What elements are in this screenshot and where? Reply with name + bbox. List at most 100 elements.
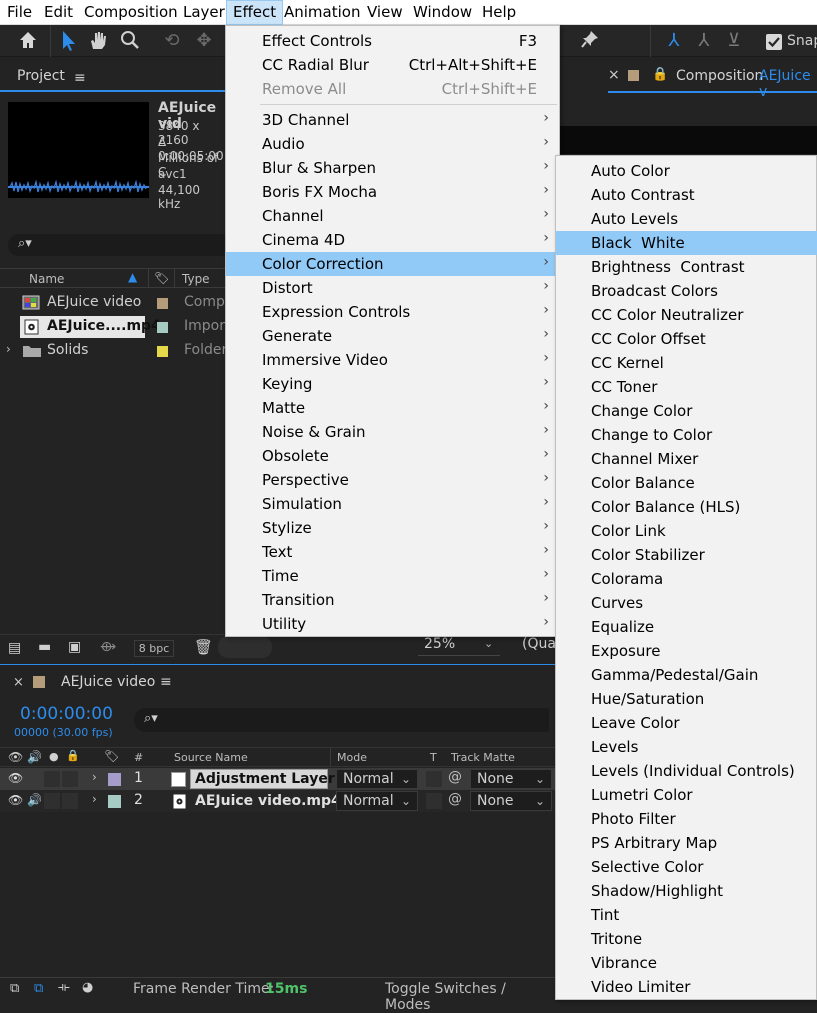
panel-menu-icon[interactable]: ≡ — [160, 674, 172, 690]
track-matte-dropdown[interactable]: None ⌄ — [470, 791, 552, 811]
submenu-item-effect[interactable]: Hue/Saturation — [556, 687, 817, 711]
menu-item-category[interactable]: Time › — [226, 564, 559, 588]
label-color-swatch[interactable] — [157, 322, 168, 333]
submenu-item-effect[interactable]: Gamma/Pedestal/Gain — [556, 663, 817, 687]
submenu-item-effect[interactable]: Auto Contrast — [556, 183, 817, 207]
menu-item-category[interactable]: Simulation › — [226, 492, 559, 516]
lock-icon[interactable]: 🔒 — [652, 67, 668, 82]
menu-item-category[interactable]: Generate › — [226, 324, 559, 348]
menu-animation[interactable]: Animation — [278, 0, 366, 25]
menu-item-effect-controls[interactable]: Effect Controls F3 — [226, 29, 559, 53]
menu-item-category[interactable]: Utility › — [226, 612, 559, 636]
in-out-icon[interactable]: ⟛ — [58, 980, 70, 995]
label-color-swatch[interactable] — [108, 795, 121, 808]
project-search-input[interactable]: ⌕▾ — [8, 234, 225, 256]
preserve-transparency-switch[interactable] — [426, 793, 442, 809]
snap-checkbox[interactable] — [766, 34, 782, 50]
submenu-item-effect[interactable]: Color Balance (HLS) — [556, 495, 817, 519]
flowchart-icon[interactable]: ⟴ — [100, 639, 116, 655]
submenu-item-effect[interactable]: Equalize — [556, 615, 817, 639]
video-visibility-icon[interactable]: 👁 — [8, 750, 23, 764]
composition-tab-name[interactable]: AEJuice v — [759, 68, 817, 100]
track-matte-pickwhip-icon[interactable]: @ — [448, 769, 462, 785]
submenu-item-effect[interactable]: Levels — [556, 735, 817, 759]
expand-chevron-icon[interactable]: › — [92, 792, 97, 806]
submenu-item-effect[interactable]: Change to Color — [556, 423, 817, 447]
submenu-item-effect[interactable]: Leave Color — [556, 711, 817, 735]
column-name[interactable]: Name — [29, 272, 64, 286]
menu-item-category[interactable]: Stylize › — [226, 516, 559, 540]
menu-file[interactable]: File — [1, 0, 38, 25]
menu-composition[interactable]: Composition — [78, 0, 184, 25]
submenu-item-effect[interactable]: Black White — [556, 231, 817, 255]
label-color-swatch[interactable] — [108, 773, 121, 786]
lock-switch[interactable] — [62, 793, 78, 809]
menu-item-category[interactable]: Obsolete › — [226, 444, 559, 468]
menu-item-category[interactable]: Keying › — [226, 372, 559, 396]
menu-item-category[interactable]: Transition › — [226, 588, 559, 612]
new-folder-icon[interactable]: ▬ — [38, 639, 51, 655]
submenu-item-effect[interactable]: CC Color Neutralizer — [556, 303, 817, 327]
project-scrollbar[interactable] — [218, 636, 272, 658]
submenu-item-effect[interactable]: Tint — [556, 903, 817, 927]
trash-icon[interactable]: 🗑 — [194, 638, 213, 656]
zoom-tool-icon[interactable] — [118, 29, 142, 53]
menu-item-category[interactable]: Audio › — [226, 132, 559, 156]
submenu-item-effect[interactable]: Exposure — [556, 639, 817, 663]
blend-mode-dropdown[interactable]: Normal ⌄ — [336, 769, 418, 789]
layer-row[interactable]: 👁 🔊 › 2 AEJuice video.mp4 Normal ⌄ @ Non… — [0, 790, 555, 812]
menu-item-category[interactable]: Text › — [226, 540, 559, 564]
menu-item-category[interactable]: Expression Controls › — [226, 300, 559, 324]
menu-view[interactable]: View — [361, 0, 409, 25]
track-matte-pickwhip-icon[interactable]: @ — [448, 791, 462, 807]
menu-item-category[interactable]: Perspective › — [226, 468, 559, 492]
submenu-item-effect[interactable]: Auto Color — [556, 159, 817, 183]
close-icon[interactable]: × — [13, 675, 24, 690]
current-timecode[interactable]: 0:00:00:00 — [20, 704, 113, 724]
submenu-item-effect[interactable]: Curves — [556, 591, 817, 615]
menu-window[interactable]: Window — [407, 0, 478, 25]
timeline-tab-label[interactable]: AEJuice video — [61, 674, 155, 690]
submenu-item-effect[interactable]: CC Toner — [556, 375, 817, 399]
close-icon[interactable]: × — [608, 67, 620, 83]
submenu-item-effect[interactable]: Video Limiter — [556, 975, 817, 999]
submenu-item-effect[interactable]: CC Kernel — [556, 351, 817, 375]
expand-chevron-icon[interactable]: › — [6, 342, 11, 356]
label-tag-icon[interactable]: 🏷 — [104, 749, 119, 763]
menu-help[interactable]: Help — [476, 0, 522, 25]
submenu-item-effect[interactable]: PS Arbitrary Map — [556, 831, 817, 855]
submenu-item-effect[interactable]: Broadcast Colors — [556, 279, 817, 303]
composition-tab-prefix[interactable]: Composition — [676, 68, 763, 84]
submenu-item-effect[interactable]: Colorama — [556, 567, 817, 591]
menu-layer[interactable]: Layer — [177, 0, 231, 25]
menu-item-category[interactable]: Distort › — [226, 276, 559, 300]
pan-tool-icon[interactable]: ✥ — [192, 29, 216, 53]
column-source-name[interactable]: Source Name — [174, 751, 248, 764]
audio-icon[interactable]: 🔊 — [27, 793, 42, 807]
selection-tool-icon[interactable] — [56, 29, 80, 53]
menu-item-category[interactable]: Cinema 4D › — [226, 228, 559, 252]
eye-icon[interactable]: 👁 — [8, 793, 23, 807]
submenu-item-effect[interactable]: Shadow/Highlight — [556, 879, 817, 903]
home-icon[interactable] — [16, 29, 40, 53]
submenu-item-effect[interactable]: Brightness Contrast — [556, 255, 817, 279]
sort-ascending-icon[interactable]: ▲ — [128, 270, 137, 284]
lock-switch[interactable] — [62, 771, 78, 787]
blend-mode-dropdown[interactable]: Normal ⌄ — [336, 791, 418, 811]
solo-icon[interactable]: ● — [49, 750, 59, 763]
submenu-item-effect[interactable]: Color Link — [556, 519, 817, 543]
timeline-search-input[interactable]: ⌕▾ — [134, 708, 549, 732]
menu-item-category[interactable]: Channel › — [226, 204, 559, 228]
layer-name[interactable]: AEJuice video.mp4 — [195, 793, 341, 809]
view-axis-icon[interactable]: ⊻ — [722, 29, 746, 53]
local-axis-icon[interactable]: ⅄ — [662, 29, 686, 53]
bit-depth-button[interactable]: 8 bpc — [134, 640, 174, 657]
new-composition-icon[interactable]: ▣ — [68, 639, 81, 655]
world-axis-icon[interactable]: ⅄ — [692, 29, 716, 53]
composition-viewer[interactable] — [560, 126, 817, 154]
menu-item-cc-radial-blur[interactable]: CC Radial Blur Ctrl+Alt+Shift+E — [226, 53, 559, 77]
render-time-icon[interactable]: ◕ — [82, 980, 93, 995]
column-type[interactable]: Type — [182, 272, 210, 286]
layer-row[interactable]: 👁 › 1 Adjustment Layer 1 Normal ⌄ @ None… — [0, 768, 555, 790]
track-matte-dropdown[interactable]: None ⌄ — [470, 769, 552, 789]
